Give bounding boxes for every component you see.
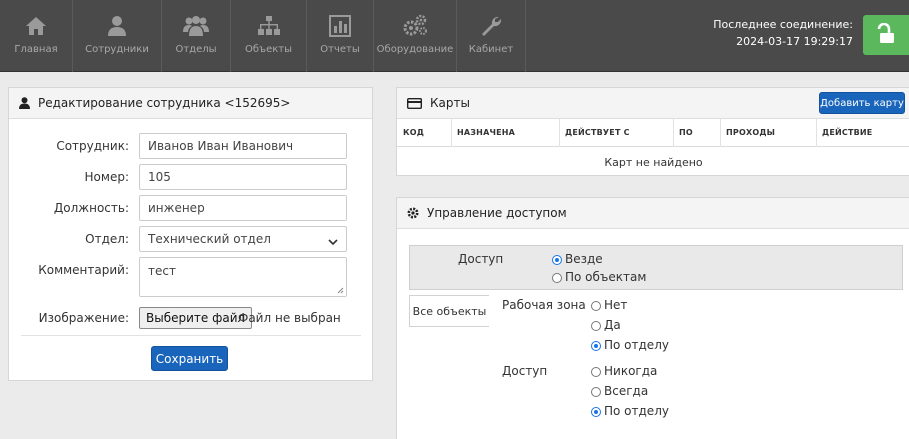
department-select[interactable]: Технический отдел: [139, 226, 347, 252]
access-panel: Управление доступом Доступ Везде По объе…: [396, 197, 909, 439]
nav-item-home[interactable]: Главная: [0, 0, 72, 72]
nav-label-home: Главная: [14, 44, 58, 55]
add-card-button[interactable]: Добавить карту: [819, 92, 905, 114]
column-header-valid-from: ДЕЙСТВУЕТ С: [565, 128, 630, 137]
all-objects-tab[interactable]: Все объекты: [409, 295, 489, 327]
image-label: Изображение:: [38, 311, 129, 325]
work-zone-option-by-department[interactable]: По отделу: [591, 338, 669, 352]
access-option-never[interactable]: Никогда: [591, 364, 657, 378]
gears-icon: [402, 14, 428, 38]
comment-value: тест: [148, 264, 176, 278]
chevron-down-icon: [328, 235, 338, 249]
sitemap-icon: [257, 14, 281, 38]
radio-empty-icon: [591, 320, 601, 331]
access-option-everywhere[interactable]: Везде: [552, 252, 603, 266]
access-panel-title: Управление доступом: [427, 206, 567, 220]
access-panel-header: Управление доступом: [397, 198, 909, 229]
nav-item-objects[interactable]: Объекты: [231, 0, 306, 72]
department-selected-value: Технический отдел: [148, 232, 271, 246]
user-icon: [19, 97, 30, 109]
image-row: Изображение: Выберите файл Файл не выбра…: [9, 307, 369, 333]
cards-panel: Карты Добавить карту КОД НАЗНАЧЕНА ДЕЙСТ…: [396, 87, 909, 176]
cards-empty-message: Карт не найдено: [604, 155, 703, 169]
column-header-assigned: НАЗНАЧЕНА: [457, 128, 516, 137]
nav-item-equipment[interactable]: Оборудование: [374, 0, 456, 72]
wrench-icon: [480, 14, 502, 38]
nav-item-departments[interactable]: Отделы: [162, 0, 230, 72]
save-button[interactable]: Сохранить: [151, 346, 228, 371]
radio-empty-icon: [552, 272, 562, 283]
last-connection: Последнее соединение: 2024-03-17 19:29:1…: [713, 16, 853, 50]
resize-handle-icon: [337, 287, 344, 294]
position-input[interactable]: инженер: [139, 195, 347, 221]
nav-label-objects: Объекты: [244, 44, 293, 55]
name-row: Сотрудник: Иванов Иван Иванович: [9, 133, 369, 159]
choose-file-button[interactable]: Выберите файл: [139, 307, 253, 329]
department-label: Отдел:: [85, 232, 129, 246]
radio-selected-icon: [591, 340, 601, 351]
bar-chart-icon: [329, 14, 351, 38]
name-label: Сотрудник:: [56, 139, 129, 153]
radio-empty-icon: [591, 300, 601, 311]
column-header-valid-to: ПО: [679, 128, 693, 137]
employee-panel-title: Редактирование сотрудника <152695>: [38, 96, 291, 110]
nav-label-reports: Отчеты: [320, 44, 360, 55]
top-navigation-bar: Главная Сотрудники Отделы Объекты Отчеты…: [0, 0, 909, 72]
employee-edit-panel: Редактирование сотрудника <152695> Сотру…: [8, 87, 373, 381]
work-zone-option-no[interactable]: Нет: [591, 298, 627, 312]
access-mode-label: Доступ: [458, 252, 504, 266]
access-mode-box: Доступ Везде По объектам: [409, 245, 903, 290]
last-connection-label: Последнее соединение:: [713, 18, 853, 31]
radio-empty-icon: [591, 386, 601, 397]
work-zone-label: Рабочая зона: [502, 298, 586, 312]
employee-panel-header: Редактирование сотрудника <152695>: [9, 88, 372, 119]
nav-item-employees[interactable]: Сотрудники: [73, 0, 161, 72]
work-zone-option-yes[interactable]: Да: [591, 318, 621, 332]
number-row: Номер: 105: [9, 164, 369, 190]
access-option-by-objects[interactable]: По объектам: [552, 270, 646, 284]
cards-table-header: КОД НАЗНАЧЕНА ДЕЙСТВУЕТ С ПО ПРОХОДЫ ДЕЙ…: [397, 119, 909, 147]
radio-selected-icon: [552, 254, 562, 265]
name-input[interactable]: Иванов Иван Иванович: [139, 133, 347, 159]
position-label: Должность:: [53, 201, 129, 215]
department-row: Отдел: Технический отдел: [9, 226, 369, 252]
users-icon: [182, 14, 210, 38]
unlock-button[interactable]: [863, 15, 909, 55]
nav-label-cabinet: Кабинет: [468, 44, 514, 55]
column-header-passes: ПРОХОДЫ: [726, 128, 776, 137]
nav-label-equipment: Оборудование: [376, 44, 454, 55]
gear-icon: [407, 207, 419, 219]
form-divider: [21, 335, 361, 336]
column-header-action: ДЕЙСТВИЕ: [822, 128, 873, 137]
radio-empty-icon: [591, 366, 601, 377]
access-option-by-department[interactable]: По отделу: [591, 404, 669, 418]
nav-label-departments: Отделы: [175, 44, 217, 55]
comment-label: Комментарий:: [38, 263, 129, 277]
credit-card-icon: [407, 97, 422, 109]
access-schedule-label: Доступ: [502, 364, 548, 378]
home-icon: [24, 14, 48, 38]
number-input[interactable]: 105: [139, 164, 347, 190]
comment-row: Комментарий: тест: [9, 257, 369, 297]
column-header-code: КОД: [403, 128, 425, 137]
last-connection-time: 2024-03-17 19:29:17: [736, 35, 853, 48]
number-label: Номер:: [84, 170, 129, 184]
access-option-always[interactable]: Всегда: [591, 384, 648, 398]
nav-item-cabinet[interactable]: Кабинет: [457, 0, 525, 72]
unlock-icon: [876, 22, 896, 48]
cards-panel-title: Карты: [430, 96, 470, 110]
nav-label-employees: Сотрудники: [85, 44, 149, 55]
user-icon: [107, 14, 127, 38]
radio-selected-icon: [591, 406, 601, 417]
nav-item-reports[interactable]: Отчеты: [307, 0, 373, 72]
file-status: Файл не выбран: [238, 311, 341, 325]
position-row: Должность: инженер: [9, 195, 369, 221]
comment-textarea[interactable]: тест: [139, 257, 347, 297]
